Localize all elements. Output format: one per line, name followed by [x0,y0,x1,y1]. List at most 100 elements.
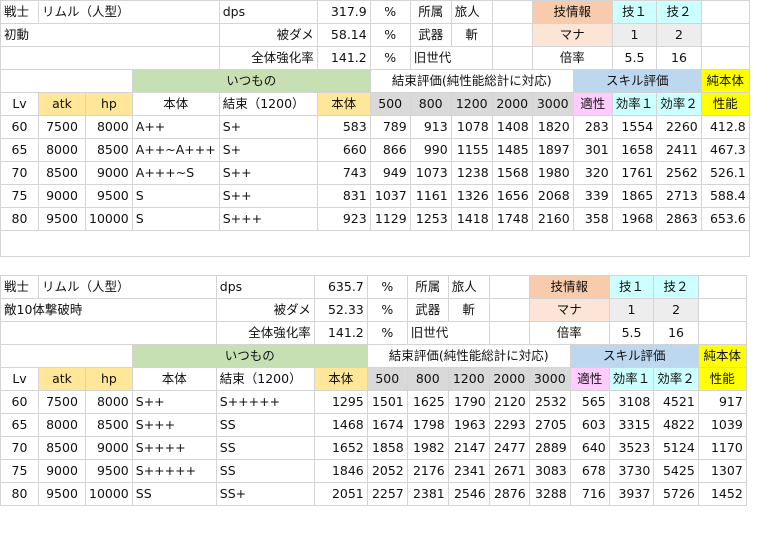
boost-unit[interactable]: % [369,46,411,70]
col-bond[interactable]: 結束（1200） [218,92,318,116]
mana2[interactable]: 2 [656,23,702,47]
col-800[interactable]: 800 [409,92,452,116]
mult-label[interactable]: 倍率 [528,321,610,345]
mult1[interactable]: 5.5 [611,46,658,70]
col-3000[interactable]: 3000 [528,367,571,391]
mana1[interactable]: 1 [608,298,655,322]
damage-value[interactable]: 52.33 [313,298,368,322]
boost-label[interactable]: 全体強化率 [218,46,318,70]
group-header-row: いつもの 結束評価(純性能総計に対応) スキル評価 純本体 [0,344,747,368]
pure-label-2[interactable]: 性能 [700,92,750,116]
usual-label[interactable]: いつもの [131,69,371,93]
mult1[interactable]: 5.5 [608,321,655,345]
skill2-label[interactable]: 技２ [656,0,702,24]
gen-value[interactable]: 旧世代 [409,46,493,70]
affil-label[interactable]: 所属 [406,275,449,299]
boost-label[interactable]: 全体強化率 [215,321,315,345]
col-eff2[interactable]: 効率２ [656,92,702,116]
mana1[interactable]: 1 [611,23,658,47]
table-row: 75 9000 9500 S S++ 831 1037 1161 1326 1656 2068 339… [0,184,750,208]
damage-unit[interactable]: % [366,298,408,322]
col-body[interactable]: 本体 [131,92,220,116]
col-aptitude[interactable]: 適性 [569,367,610,391]
info-row-1: 戦士 リムル（人型） dps 635.7 % 所属 旅人 技情報 技１ 技２ [0,275,747,299]
affil-value[interactable]: 旅人 [450,0,493,24]
col-body2[interactable]: 本体 [313,367,368,391]
damage-unit[interactable]: % [369,23,411,47]
col-eff2[interactable]: 効率２ [653,367,699,391]
char-name[interactable]: リムル（人型） [38,275,217,299]
class-label[interactable]: 戦士 [0,0,39,24]
col-hp[interactable]: hp [85,92,133,116]
skill1-label[interactable]: 技１ [611,0,658,24]
table-row: 70 8500 9000 S++++ SS 1652 1858 1982 2147 2477 288… [0,436,747,460]
dps-unit[interactable]: % [369,0,411,24]
condition-label[interactable]: 初動 [0,23,220,47]
condition-label[interactable]: 敵10体撃破時 [0,298,217,322]
skill-eval-label[interactable]: スキル評価 [569,344,699,368]
skill2-label[interactable]: 技２ [653,275,699,299]
skill-info-label[interactable]: 技情報 [531,0,613,24]
table-row: 60 7500 8000 A++ S+ 583 789 913 1078 1408 1820 283 1… [0,115,750,139]
pure-label-2[interactable]: 性能 [697,367,747,391]
bond-eval-label[interactable]: 結束評価(純性能総計に対応) [369,69,574,93]
mult-label[interactable]: 倍率 [531,46,613,70]
dps-unit[interactable]: % [366,275,408,299]
col-1200[interactable]: 1200 [447,367,490,391]
col-eff1[interactable]: 効率１ [608,367,655,391]
col-bond[interactable]: 結束（1200） [215,367,315,391]
pure-label-1[interactable]: 純本体 [700,69,750,93]
table-row: 80 9500 10000 S S+++ 923 1129 1253 1418 1748 2160 3… [0,207,750,231]
gen-value[interactable]: 旧世代 [406,321,490,345]
col-body2[interactable]: 本体 [316,92,371,116]
weapon-label[interactable]: 武器 [409,23,452,47]
col-aptitude[interactable]: 適性 [572,92,613,116]
mana-label[interactable]: マナ [531,23,613,47]
weapon-value[interactable]: 斬 [450,23,493,47]
col-eff1[interactable]: 効率１ [611,92,658,116]
col-atk[interactable]: atk [38,92,86,116]
boost-value[interactable]: 141.2 [313,321,368,345]
affil-value[interactable]: 旅人 [447,275,490,299]
column-header-row: Lv atk hp 本体 結束（1200） 本体 500 800 1200 20… [0,92,750,116]
damage-label[interactable]: 被ダメ [215,298,315,322]
col-body[interactable]: 本体 [131,367,217,391]
col-500[interactable]: 500 [369,92,411,116]
bond-eval-label[interactable]: 結束評価(純性能総計に対応) [366,344,571,368]
skill-eval-label[interactable]: スキル評価 [572,69,702,93]
table-row: 65 8000 8500 S+++ SS 1468 1674 1798 1963 2293 2705… [0,413,747,437]
damage-label[interactable]: 被ダメ [218,23,318,47]
dps-label[interactable]: dps [215,275,315,299]
damage-value[interactable]: 58.14 [316,23,371,47]
character-table-initial: 戦士 リムル（人型） dps 317.9 % 所属 旅人 技情報 技１ 技２ 初… [0,0,750,257]
boost-value[interactable]: 141.2 [316,46,371,70]
weapon-value[interactable]: 斬 [447,298,490,322]
spreadsheet: 戦士 リムル（人型） dps 317.9 % 所属 旅人 技情報 技１ 技２ 初… [0,0,770,539]
mana-label[interactable]: マナ [528,298,610,322]
class-label[interactable]: 戦士 [0,275,39,299]
usual-label[interactable]: いつもの [131,344,368,368]
weapon-label[interactable]: 武器 [406,298,449,322]
mult2[interactable]: 16 [653,321,699,345]
dps-value[interactable]: 317.9 [316,0,371,24]
col-lv[interactable]: Lv [0,367,39,391]
dps-value[interactable]: 635.7 [313,275,368,299]
col-500[interactable]: 500 [366,367,408,391]
skill-info-label[interactable]: 技情報 [528,275,610,299]
skill1-label[interactable]: 技１ [608,275,655,299]
mult2[interactable]: 16 [656,46,702,70]
char-name[interactable]: リムル（人型） [38,0,220,24]
mana2[interactable]: 2 [653,298,699,322]
affil-label[interactable]: 所属 [409,0,452,24]
dps-label[interactable]: dps [218,0,318,24]
boost-unit[interactable]: % [366,321,408,345]
col-1200[interactable]: 1200 [450,92,493,116]
col-hp[interactable]: hp [85,367,133,391]
col-3000[interactable]: 3000 [531,92,574,116]
col-2000[interactable]: 2000 [491,92,533,116]
col-800[interactable]: 800 [406,367,449,391]
col-atk[interactable]: atk [38,367,86,391]
pure-label-1[interactable]: 純本体 [697,344,747,368]
col-lv[interactable]: Lv [0,92,39,116]
col-2000[interactable]: 2000 [488,367,530,391]
